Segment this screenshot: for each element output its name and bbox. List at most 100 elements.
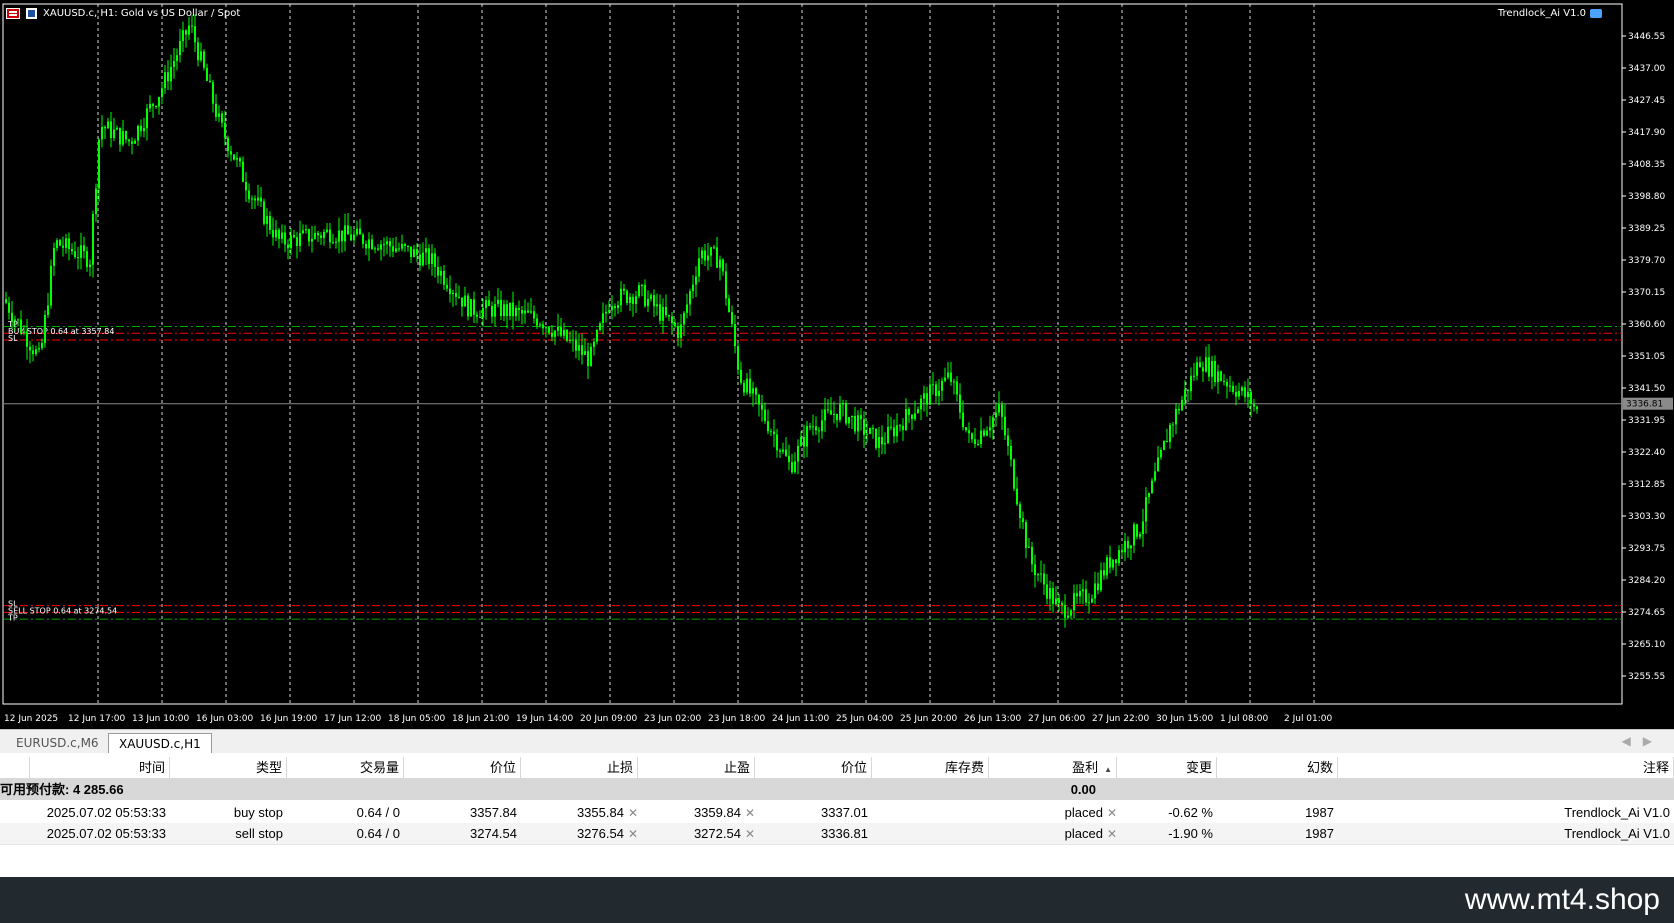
candle-body (950, 372, 952, 382)
order-volume: 0.64 / 0 (356, 805, 400, 820)
header-profit[interactable]: 盈利 ▲ (989, 757, 1117, 778)
price-axis-label: 3417.90 (1628, 128, 1665, 138)
tab-eurusd-m6[interactable]: EURUSD.c,M6 (6, 733, 109, 753)
candle-body (794, 461, 796, 473)
sort-ascending-icon: ▲ (1104, 765, 1112, 774)
expert-advisor-label[interactable]: Trendlock_Ai V1.0 (1498, 8, 1602, 19)
chart-menu-icon[interactable] (6, 8, 20, 19)
order-sl-cell[interactable]: 3276.54 ✕ (521, 823, 638, 844)
tab-scroll-arrows[interactable]: ◀▶ (1622, 734, 1664, 748)
candle-body (29, 346, 31, 351)
candle-body (878, 437, 880, 448)
candle-body (65, 238, 67, 248)
header-take-profit[interactable]: 止盈 (638, 757, 755, 778)
candle-body (320, 235, 322, 238)
order-tp: 3359.84 (693, 805, 741, 820)
order-type: sell stop (235, 826, 283, 841)
header-time[interactable]: 时间 (30, 757, 170, 778)
candle-body (341, 230, 343, 242)
candle-body (266, 215, 268, 224)
remove-sl-icon[interactable]: ✕ (628, 827, 638, 841)
delete-order-icon[interactable]: ✕ (1107, 827, 1117, 841)
order-sl: 3276.54 (576, 826, 624, 841)
candle-body (83, 245, 85, 252)
candle-body (869, 427, 871, 434)
table-row[interactable]: 2025.07.02 05:53:33 sell stop 0.64 / 0 3… (0, 823, 1674, 845)
header-swap[interactable]: 库存费 (872, 757, 989, 778)
candle-body (479, 316, 481, 318)
candle-body (383, 244, 385, 246)
order-tp-cell[interactable]: 3272.54 ✕ (638, 823, 755, 844)
price-axis-label: 3351.05 (1628, 352, 1665, 362)
chart-header: XAUUSD.c, H1: Gold vs US Dollar / Spot (6, 8, 240, 19)
order-sl-cell[interactable]: 3355.84 ✕ (521, 802, 638, 823)
candle-body (104, 126, 106, 129)
candle-body (338, 230, 340, 242)
header-magic[interactable]: 幻数 (1217, 757, 1338, 778)
candle-body (797, 445, 799, 462)
remove-sl-icon[interactable]: ✕ (628, 806, 638, 820)
tab-scroll-left-icon[interactable]: ◀ (1622, 734, 1643, 748)
time-axis-label: 27 Jun 22:00 (1092, 714, 1149, 724)
candle-body (239, 158, 241, 162)
candle-body (176, 55, 178, 62)
delete-order-icon[interactable]: ✕ (1107, 806, 1117, 820)
candle-body (770, 431, 772, 433)
tab-xauusd-h1[interactable]: XAUUSD.c,H1 (108, 733, 212, 754)
candle-body (50, 265, 52, 306)
header-change[interactable]: 变更 (1117, 757, 1217, 778)
candle-body (926, 393, 928, 405)
candle-body (743, 382, 745, 393)
remove-tp-icon[interactable]: ✕ (745, 827, 755, 841)
candle-body (842, 402, 844, 405)
price-chart[interactable]: 12 Jun 2025 12 Jun 17:00 13 Jun 10:00 16 Ju… (0, 0, 1674, 729)
candle-body (182, 30, 184, 42)
header-price[interactable]: 价位 (404, 757, 521, 778)
candle-body (602, 313, 604, 324)
buy-sl-tag: SL (8, 334, 18, 343)
order-status-cell[interactable]: placed ✕ (989, 802, 1117, 823)
candle-body (671, 316, 673, 324)
candle-body (1184, 389, 1186, 400)
window-icon[interactable] (26, 8, 37, 19)
candle-body (302, 230, 304, 234)
order-tp-cell[interactable]: 3359.84 ✕ (638, 802, 755, 823)
tab-scroll-right-icon[interactable]: ▶ (1643, 734, 1664, 748)
candle-body (1130, 545, 1132, 549)
header-spacer (0, 757, 30, 778)
candle-body (221, 113, 223, 123)
price-axis-label: 3427.45 (1628, 96, 1665, 106)
candle-body (1094, 583, 1096, 599)
order-current-price: 3336.81 (821, 826, 868, 841)
chart-canvas[interactable]: 12 Jun 2025 12 Jun 17:00 13 Jun 10:00 16 Ju… (0, 0, 1674, 729)
candle-body (1253, 404, 1255, 407)
header-comment[interactable]: 注释 (1338, 757, 1674, 778)
candle-body (89, 264, 91, 268)
candle-body (56, 240, 58, 248)
ea-hat-icon (1590, 9, 1602, 18)
time-axis-label: 13 Jun 10:00 (132, 714, 189, 724)
candle-body (821, 420, 823, 432)
candle-body (617, 305, 619, 309)
candle-body (845, 402, 847, 424)
remove-tp-icon[interactable]: ✕ (745, 806, 755, 820)
header-volume[interactable]: 交易量 (287, 757, 404, 778)
time-axis-label: 23 Jun 02:00 (644, 714, 701, 724)
price-axis-label: 3284.20 (1628, 576, 1665, 586)
candle-body (71, 249, 73, 252)
candle-body (623, 288, 625, 291)
candle-body (1121, 550, 1123, 553)
table-row[interactable]: 2025.07.02 05:53:33 buy stop 0.64 / 0 33… (0, 802, 1674, 824)
header-type[interactable]: 类型 (170, 757, 287, 778)
header-current-price[interactable]: 价位 (755, 757, 872, 778)
candle-body (332, 242, 334, 244)
candle-body (779, 450, 781, 452)
candle-body (1013, 459, 1015, 489)
candle-body (1133, 524, 1135, 546)
order-status-cell[interactable]: placed ✕ (989, 823, 1117, 844)
candle-body (467, 295, 469, 317)
candle-body (1244, 387, 1246, 398)
candle-body (839, 404, 841, 421)
candle-body (764, 409, 766, 422)
header-stop-loss[interactable]: 止损 (521, 757, 638, 778)
